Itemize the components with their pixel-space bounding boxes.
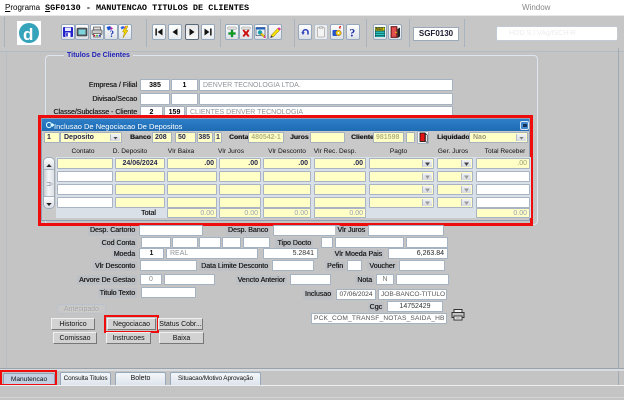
- svg-text:d: d: [23, 25, 33, 44]
- svg-text:?: ?: [349, 26, 355, 40]
- svg-text:MAX: MAX: [376, 27, 384, 31]
- svg-text:?: ?: [110, 29, 115, 39]
